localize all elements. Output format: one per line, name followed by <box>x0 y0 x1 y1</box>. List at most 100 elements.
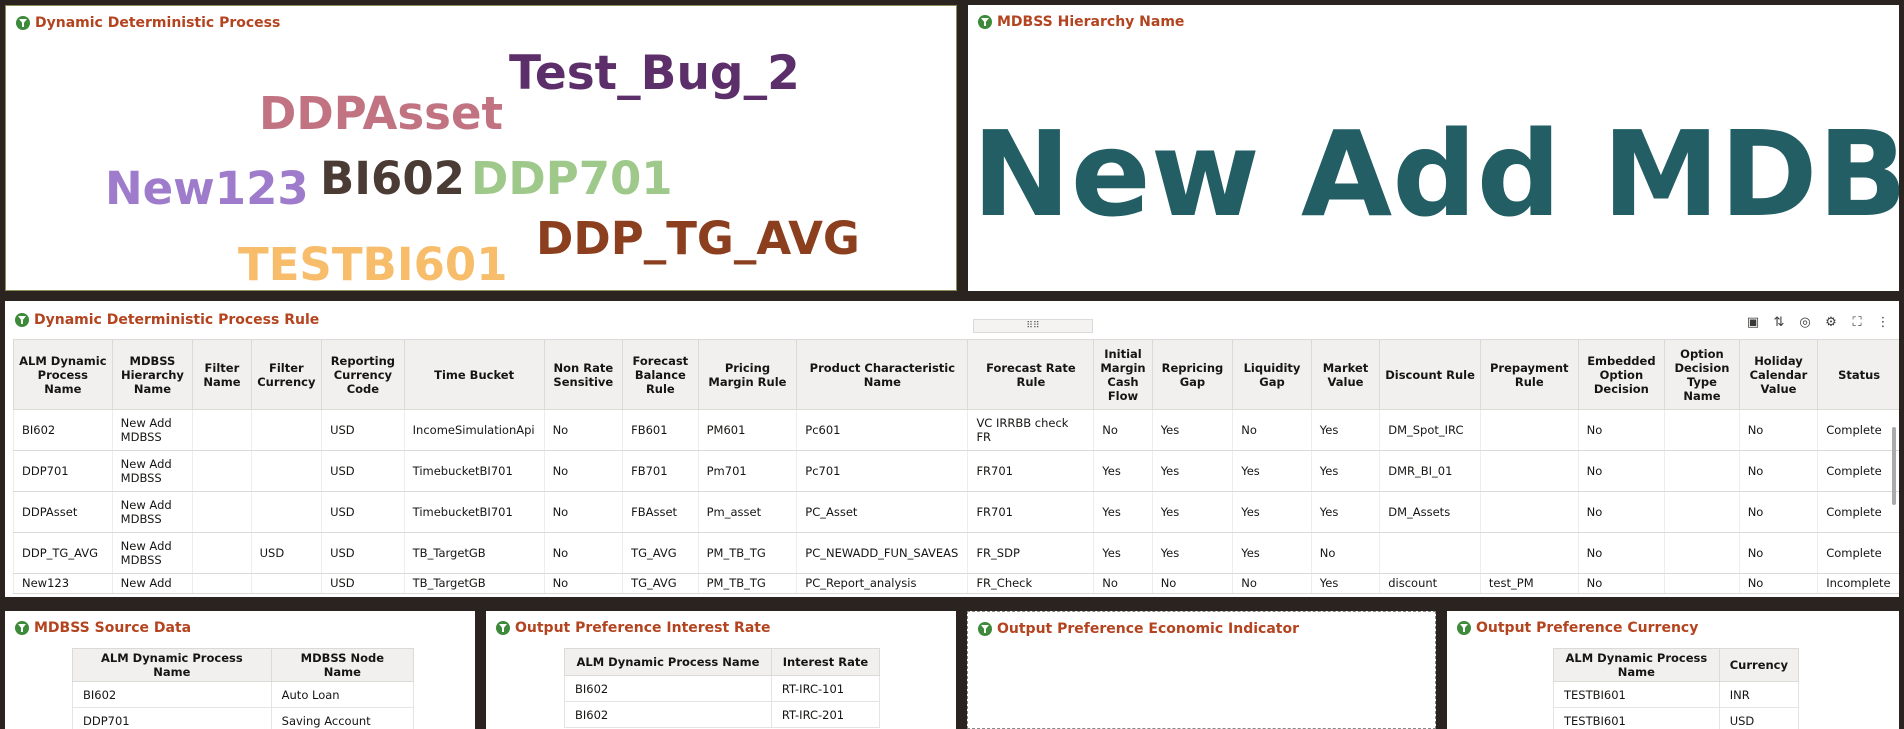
table-cell: New Add MDBSS <box>111 450 193 492</box>
column-header[interactable]: Time Bucket <box>403 339 545 410</box>
table-row[interactable]: TESTBI601 USD <box>1553 707 1800 729</box>
column-header[interactable]: Non Rate Sensitive <box>543 339 624 410</box>
table-cell <box>1664 573 1740 594</box>
column-header[interactable]: Currency <box>1718 648 1800 682</box>
filter-icon[interactable] <box>496 621 510 635</box>
table-row[interactable]: DDPAsset New Add MDBSS USD TimebucketBI701 N… <box>13 491 1899 533</box>
word-cloud-item[interactable]: BI602 <box>320 156 465 201</box>
column-header[interactable]: Interest Rate <box>770 648 881 676</box>
table-cell: No <box>1577 409 1665 451</box>
column-header[interactable]: Pricing Margin Rule <box>697 339 798 410</box>
column-header[interactable]: ALM Dynamic Process Name <box>72 648 272 682</box>
word-cloud-item[interactable]: DDP701 <box>471 156 673 201</box>
column-header[interactable]: Embedded Option Decision <box>1577 339 1666 410</box>
table-cell: No <box>1093 573 1153 594</box>
table-cell: DDP701 <box>72 707 272 729</box>
rule-table-panel: Dynamic Deterministic Process Rule ⠿⠿ ▣ … <box>5 301 1899 597</box>
table-cell: BI602 <box>564 701 772 728</box>
table-row[interactable]: DDP701 New Add MDBSS USD TimebucketBI701 No F… <box>13 450 1899 492</box>
table-cell: USD <box>321 491 405 533</box>
word-cloud-item[interactable]: TESTBI601 <box>238 242 508 287</box>
table-cell: TG_AVG <box>622 532 699 574</box>
interest-rate-panel: Output Preference Interest Rate ALM Dyna… <box>486 611 956 729</box>
table-cell: DDP701 <box>13 450 113 492</box>
table-cell: Yes <box>1093 532 1153 574</box>
column-header[interactable]: ALM Dynamic Process Name <box>1553 648 1720 682</box>
drag-handle[interactable]: ⠿⠿ <box>973 319 1093 333</box>
table-header-row: ALM Dynamic Process Name Currency <box>1553 648 1800 682</box>
table-cell: discount <box>1379 573 1481 594</box>
column-header[interactable]: Holiday Calendar Value <box>1738 339 1819 410</box>
panel-title: MDBSS Source Data <box>15 620 191 636</box>
filter-icon[interactable] <box>15 621 29 635</box>
table-cell: No <box>543 450 623 492</box>
word-cloud-item[interactable]: DDPAsset <box>259 91 503 136</box>
word-cloud-item[interactable]: DDP_TG_AVG <box>536 216 860 261</box>
filter-icon[interactable] <box>978 15 992 29</box>
hierarchy-value[interactable]: New Add MDBSS <box>972 115 1899 233</box>
column-header[interactable]: Filter Currency <box>250 339 323 410</box>
sort-icon[interactable]: ⇅ <box>1771 314 1787 330</box>
column-header[interactable]: Repricing Gap <box>1151 339 1234 410</box>
more-icon[interactable]: ⋮ <box>1875 314 1891 330</box>
column-header[interactable]: ALM Dynamic Process Name <box>13 339 113 410</box>
table-cell: FR_Check <box>967 573 1094 594</box>
word-cloud-item[interactable]: Test_Bug_2 <box>509 50 800 97</box>
column-header[interactable]: Discount Rule <box>1379 339 1481 410</box>
column-header[interactable]: MDBSS Node Name <box>270 648 415 682</box>
panel-title-text: Dynamic Deterministic Process <box>35 15 281 31</box>
table-cell: PM601 <box>697 409 797 451</box>
word-cloud-panel: Dynamic Deterministic Process Test_Bug_2… <box>5 5 957 291</box>
column-header[interactable]: Option Decision Type Name <box>1664 339 1740 410</box>
column-header[interactable]: Reporting Currency Code <box>321 339 405 410</box>
column-header[interactable]: ALM Dynamic Process Name <box>564 648 772 676</box>
table-cell: Yes <box>1151 409 1233 451</box>
table-cell: USD <box>321 532 405 574</box>
column-header[interactable]: Product Characteristic Name <box>796 339 969 410</box>
table-cell <box>1664 491 1740 533</box>
table-row[interactable]: TESTBI601 INR <box>1553 681 1800 708</box>
source-data-panel: MDBSS Source Data ALM Dynamic Process Na… <box>5 611 475 729</box>
table-header-row: ALM Dynamic Process Name Interest Rate <box>564 648 881 676</box>
filter-icon[interactable] <box>1457 621 1471 635</box>
column-header[interactable]: Initial Margin Cash Flow <box>1093 339 1153 410</box>
table-row[interactable]: New123 New Add USD TB_TargetGB No TG_AVG PM_TB… <box>13 573 1899 594</box>
table-cell: FBAsset <box>622 491 699 533</box>
chart-settings-icon[interactable]: ⚙ <box>1823 314 1839 330</box>
table-row[interactable]: BI602 Auto Loan <box>72 681 415 708</box>
column-header[interactable]: Status <box>1817 339 1899 410</box>
column-header[interactable]: Market Value <box>1310 339 1381 410</box>
word-cloud-item[interactable]: New123 <box>105 166 309 211</box>
table-row[interactable]: DDP_TG_AVG New Add MDBSS USD USD TB_TargetGB… <box>13 532 1899 574</box>
table-cell: Yes <box>1310 409 1380 451</box>
table-cell: Pm_asset <box>697 491 797 533</box>
panel-title: Dynamic Deterministic Process Rule <box>15 312 319 328</box>
filter-icon[interactable] <box>15 313 29 327</box>
table-cell: TB_TargetGB <box>403 532 545 574</box>
table-cell: BI602 <box>13 409 113 451</box>
table-row[interactable]: BI602 New Add MDBSS USD IncomeSimulationApi… <box>13 409 1899 451</box>
filter-icon[interactable] <box>978 622 992 636</box>
column-header[interactable]: Prepayment Rule <box>1479 339 1579 410</box>
table-cell: FB701 <box>622 450 699 492</box>
column-header[interactable]: Liquidity Gap <box>1232 339 1312 410</box>
table-row[interactable]: DDP701 Saving Account <box>72 707 415 729</box>
column-header[interactable]: Forecast Balance Rule <box>622 339 699 410</box>
target-icon[interactable]: ◎ <box>1797 314 1813 330</box>
column-header[interactable]: Forecast Rate Rule <box>967 339 1095 410</box>
table-cell: Yes <box>1151 491 1233 533</box>
filter-icon[interactable] <box>16 16 30 30</box>
vertical-scrollbar[interactable] <box>1892 427 1896 505</box>
table-cell <box>1479 450 1579 492</box>
table-row[interactable]: BI602 RT-IRC-101 <box>564 675 881 702</box>
panel-title: Dynamic Deterministic Process <box>16 15 280 31</box>
column-header[interactable]: MDBSS Hierarchy Name <box>111 339 194 410</box>
table-cell: Complete <box>1817 450 1899 492</box>
chip-icon[interactable]: ▣ <box>1745 314 1761 330</box>
panel-title: Output Preference Interest Rate <box>496 620 770 636</box>
table-row[interactable]: BI602 RT-IRC-201 <box>564 701 881 728</box>
fullscreen-icon[interactable]: ⛶ <box>1849 314 1865 330</box>
column-header[interactable]: Filter Name <box>192 339 252 410</box>
table-cell: PC_Report_analysis <box>796 573 968 594</box>
table-cell: No <box>1577 491 1665 533</box>
